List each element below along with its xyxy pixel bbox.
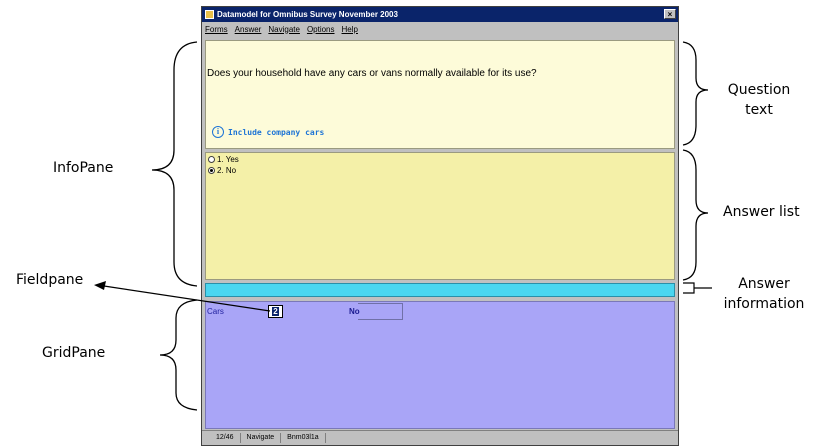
fieldpane-arrow-line	[103, 285, 271, 312]
answer-list-label: Answer list	[723, 204, 800, 220]
fieldpane-arrowhead	[94, 281, 106, 290]
answer-list-bracket	[682, 149, 709, 281]
question-text-label: Question text	[727, 82, 791, 118]
gridpane-bracket	[159, 299, 198, 411]
question-text-bracket	[682, 41, 709, 146]
figure: Datamodel for Omnibus Survey November 20…	[0, 0, 827, 448]
gridpane-label: GridPane	[42, 345, 106, 361]
infopane-label: InfoPane	[53, 160, 114, 176]
fieldpane-label: Fieldpane	[16, 272, 84, 288]
answer-information-label: Answer information	[723, 276, 805, 312]
annotation-graphics	[94, 41, 712, 411]
infopane-bracket	[151, 41, 198, 287]
answer-information-bracket	[683, 282, 695, 294]
